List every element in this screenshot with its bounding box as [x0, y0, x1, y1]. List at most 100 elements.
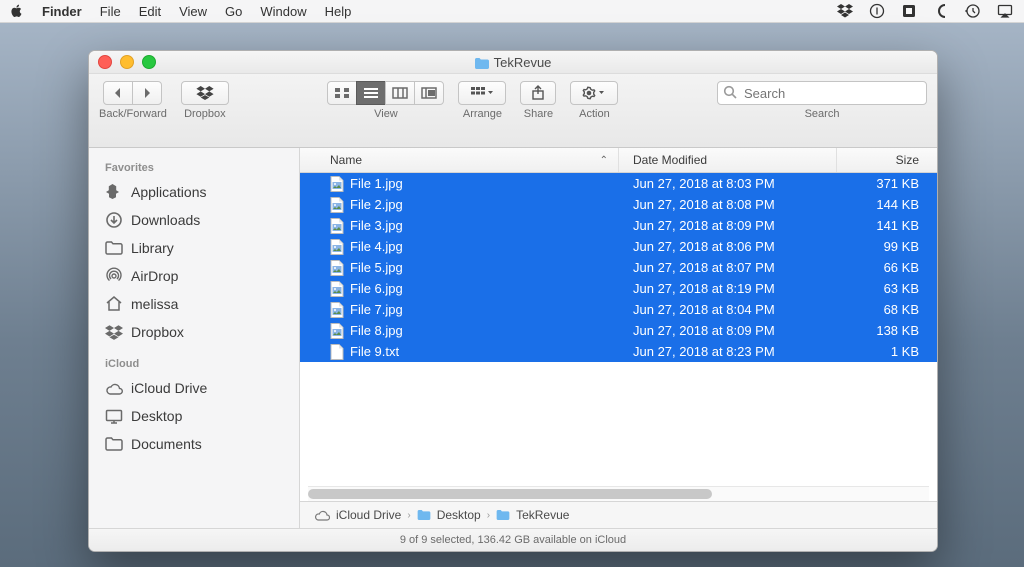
sidebar-item-downloads[interactable]: Downloads — [89, 206, 299, 234]
sort-ascending-icon: ⌃ — [600, 155, 608, 166]
sidebar-item-airdrop[interactable]: AirDrop — [89, 262, 299, 290]
column-date-modified[interactable]: Date Modified — [619, 148, 837, 172]
file-date: Jun 27, 2018 at 8:19 PM — [619, 278, 837, 299]
sidebar-item-applications[interactable]: Applications — [89, 178, 299, 206]
menu-edit[interactable]: Edit — [139, 4, 161, 19]
path-separator-icon: › — [487, 510, 490, 521]
path-current[interactable]: TekRevue — [516, 508, 569, 522]
view-list-button[interactable] — [356, 81, 386, 105]
file-date: Jun 27, 2018 at 8:06 PM — [619, 236, 837, 257]
view-columns-button[interactable] — [385, 81, 415, 105]
file-size: 144 KB — [837, 194, 937, 215]
window-titlebar[interactable]: TekRevue — [89, 51, 937, 74]
menu-go[interactable]: Go — [225, 4, 242, 19]
path-icloud[interactable]: iCloud Drive — [336, 508, 401, 522]
file-row[interactable]: File 5.jpgJun 27, 2018 at 8:07 PM66 KB — [300, 257, 937, 278]
file-jpg-icon — [330, 176, 344, 192]
sidebar-item-desktop[interactable]: Desktop — [89, 402, 299, 430]
file-jpg-icon — [330, 218, 344, 234]
file-row[interactable]: File 7.jpgJun 27, 2018 at 8:04 PM68 KB — [300, 299, 937, 320]
forward-button[interactable] — [132, 81, 162, 105]
airplay-status-icon[interactable] — [996, 2, 1014, 20]
dropbox-status-icon[interactable] — [836, 2, 854, 20]
sidebar-item-icloud-drive[interactable]: iCloud Drive — [89, 374, 299, 402]
sidebar-item-label: Dropbox — [131, 324, 184, 340]
horizontal-scrollbar[interactable] — [308, 486, 929, 501]
sidebar-item-label: melissa — [131, 296, 178, 312]
system-menubar: Finder File Edit View Go Window Help — [0, 0, 1024, 23]
folder-icon — [496, 510, 510, 520]
folder-icon — [417, 510, 431, 520]
file-jpg-icon — [330, 239, 344, 255]
applications-icon — [105, 183, 123, 201]
file-row[interactable]: File 3.jpgJun 27, 2018 at 8:09 PM141 KB — [300, 215, 937, 236]
folder-icon — [105, 239, 123, 257]
menu-help[interactable]: Help — [325, 4, 352, 19]
file-name: File 2.jpg — [350, 197, 403, 212]
file-row[interactable]: File 4.jpgJun 27, 2018 at 8:06 PM99 KB — [300, 236, 937, 257]
file-row[interactable]: File 1.jpgJun 27, 2018 at 8:03 PM371 KB — [300, 173, 937, 194]
back-forward-label: Back/Forward — [99, 108, 167, 120]
menu-window[interactable]: Window — [260, 4, 306, 19]
title-folder-icon — [475, 58, 489, 69]
status-bar: 9 of 9 selected, 136.42 GB available on … — [89, 528, 937, 551]
timemachine-icon[interactable] — [964, 2, 982, 20]
search-input[interactable] — [717, 81, 927, 105]
sidebar-item-label: AirDrop — [131, 268, 178, 284]
sidebar-item-melissa[interactable]: melissa — [89, 290, 299, 318]
sidebar-item-documents[interactable]: Documents — [89, 430, 299, 458]
file-row[interactable]: File 6.jpgJun 27, 2018 at 8:19 PM63 KB — [300, 278, 937, 299]
status-icon-3[interactable] — [932, 2, 950, 20]
file-size: 1 KB — [837, 341, 937, 362]
airdrop-icon — [105, 267, 123, 285]
app-name-menu[interactable]: Finder — [42, 4, 82, 19]
path-separator-icon: › — [407, 510, 410, 521]
file-name: File 5.jpg — [350, 260, 403, 275]
dropbox-toolbar-button[interactable] — [181, 81, 229, 105]
share-button[interactable] — [520, 81, 556, 105]
action-button[interactable] — [570, 81, 618, 105]
view-icons-button[interactable] — [327, 81, 357, 105]
sidebar-item-label: Downloads — [131, 212, 200, 228]
column-name[interactable]: Name⌃ — [300, 148, 619, 172]
column-size[interactable]: Size — [837, 148, 937, 172]
icloud-icon — [105, 379, 123, 397]
back-forward-group — [103, 81, 162, 105]
menu-file[interactable]: File — [100, 4, 121, 19]
file-rows[interactable]: File 1.jpgJun 27, 2018 at 8:03 PM371 KBF… — [300, 173, 937, 486]
desktop-icon — [105, 407, 123, 425]
sidebar-item-library[interactable]: Library — [89, 234, 299, 262]
file-txt-icon — [330, 344, 344, 360]
arrange-button[interactable] — [458, 81, 506, 105]
sidebar-item-dropbox[interactable]: Dropbox — [89, 318, 299, 346]
back-button[interactable] — [103, 81, 133, 105]
status-icon-2[interactable] — [900, 2, 918, 20]
sidebar-item-label: Library — [131, 240, 174, 256]
file-size: 66 KB — [837, 257, 937, 278]
file-name: File 7.jpg — [350, 302, 403, 317]
icloud-icon — [314, 510, 330, 521]
file-row[interactable]: File 2.jpgJun 27, 2018 at 8:08 PM144 KB — [300, 194, 937, 215]
share-label: Share — [524, 108, 553, 120]
column-headers: Name⌃ Date Modified Size — [300, 148, 937, 173]
toolbar: Back/Forward Dropbox View Arrange Share — [89, 74, 937, 148]
sidebar-icloud-head: iCloud — [89, 354, 299, 374]
downloads-icon — [105, 211, 123, 229]
search-label: Search — [805, 108, 840, 120]
menu-view[interactable]: View — [179, 4, 207, 19]
scrollbar-thumb[interactable] — [308, 489, 712, 499]
action-label: Action — [579, 108, 610, 120]
file-row[interactable]: File 8.jpgJun 27, 2018 at 8:09 PM138 KB — [300, 320, 937, 341]
file-size: 138 KB — [837, 320, 937, 341]
file-row[interactable]: File 9.txtJun 27, 2018 at 8:23 PM1 KB — [300, 341, 937, 362]
file-jpg-icon — [330, 302, 344, 318]
file-date: Jun 27, 2018 at 8:23 PM — [619, 341, 837, 362]
sidebar-item-label: iCloud Drive — [131, 380, 207, 396]
status-icon-1[interactable] — [868, 2, 886, 20]
path-desktop[interactable]: Desktop — [437, 508, 481, 522]
file-jpg-icon — [330, 281, 344, 297]
apple-menu[interactable] — [10, 4, 24, 18]
view-gallery-button[interactable] — [414, 81, 444, 105]
home-icon — [105, 295, 123, 313]
file-jpg-icon — [330, 260, 344, 276]
